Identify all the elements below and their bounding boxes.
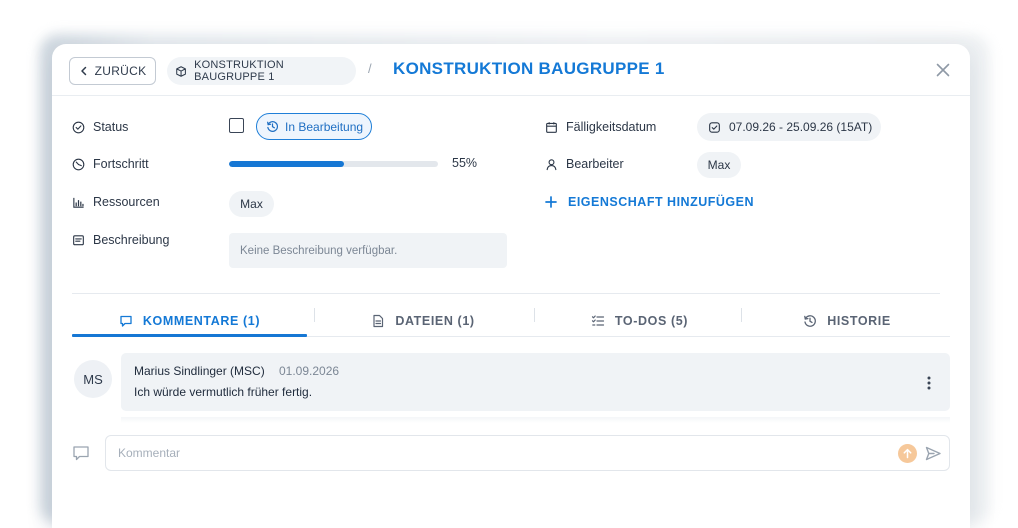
calendar-icon: [546, 121, 557, 133]
comment-separator: [121, 417, 950, 423]
progress-bar-fill: [229, 161, 344, 167]
comment-icon: [120, 315, 132, 327]
due-date-label-text: Fälligkeitsdatum: [566, 120, 657, 134]
tab-history-label: HISTORIE: [827, 314, 891, 328]
resources-label: Ressourcen: [72, 195, 160, 209]
breadcrumb-parent[interactable]: KONSTRUKTION BAUGRUPPE 1: [167, 57, 356, 85]
file-icon: [373, 314, 384, 328]
close-icon[interactable]: [935, 62, 951, 78]
section-divider: [72, 293, 940, 294]
breadcrumb-separator: /: [368, 61, 372, 76]
assignee-chip[interactable]: Max: [697, 152, 741, 178]
arrow-up-icon: [903, 448, 912, 459]
resource-chip[interactable]: Max: [229, 191, 274, 217]
active-tab-indicator: [72, 334, 307, 337]
breadcrumb-parent-label: KONSTRUKTION BAUGRUPPE 1: [194, 59, 284, 83]
task-detail-panel: ZURÜCK KONSTRUKTION BAUGRUPPE 1 / KONSTR…: [52, 44, 970, 528]
status-value: In Bearbeitung: [285, 119, 364, 134]
resources-label-text: Ressourcen: [93, 195, 160, 209]
progress-gauge-icon: [72, 158, 85, 170]
progress-label-text: Fortschritt: [93, 157, 149, 171]
status-label: Status: [72, 120, 128, 134]
status-badge[interactable]: In Bearbeitung: [256, 113, 372, 140]
tab-history[interactable]: HISTORIE: [744, 306, 950, 336]
due-date-chip[interactable]: 07.09.26 - 25.09.26 (15AT): [697, 113, 881, 141]
tab-todos-label: TO-DOS (5): [614, 314, 689, 328]
description-field[interactable]: Keine Beschreibung verfügbar.: [229, 233, 507, 268]
cube-icon: [176, 65, 186, 77]
assignee-label-text: Bearbeiter: [566, 157, 624, 171]
comment-text: Ich würde vermutlich früher fertig.: [134, 385, 313, 399]
upload-button[interactable]: [898, 444, 917, 463]
tab-files[interactable]: DATEIEN (1): [317, 306, 529, 336]
back-button-label: ZURÜCK: [94, 64, 147, 78]
due-date-label: Fälligkeitsdatum: [545, 120, 656, 134]
status-checkbox[interactable]: [229, 118, 244, 133]
page-title: KONSTRUKTION BAUGRUPPE 1: [393, 59, 665, 78]
comment-author: Marius Sindlinger (MSC): [134, 364, 265, 378]
add-property-label: EIGENSCHAFT HINZUFÜGEN: [568, 195, 754, 209]
status-check-icon: [72, 121, 85, 133]
tab-comments[interactable]: KOMMENTARE (1): [72, 306, 307, 336]
back-button[interactable]: ZURÜCK: [69, 57, 156, 85]
chevron-left-icon: [80, 66, 86, 76]
tab-comments-label: KOMMENTARE (1): [142, 314, 261, 328]
progress-label: Fortschritt: [72, 157, 149, 171]
comment-input[interactable]: [105, 435, 950, 471]
history-icon: [267, 121, 279, 132]
panel-bottom-fade: [52, 488, 970, 528]
checklist-icon: [591, 315, 605, 326]
comment-date: 01.09.2026: [279, 364, 340, 378]
plus-icon: [545, 196, 557, 208]
description-icon: [73, 234, 84, 245]
history-icon: [804, 315, 817, 327]
user-icon: [546, 158, 557, 170]
comment-item: Marius Sindlinger (MSC) 01.09.2026 Ich w…: [121, 353, 950, 411]
tab-files-label: DATEIEN (1): [395, 314, 475, 328]
tab-separator: [741, 308, 742, 322]
panel-header: ZURÜCK KONSTRUKTION BAUGRUPPE 1 / KONSTR…: [52, 44, 970, 96]
progress-bar: [229, 161, 438, 167]
due-date-value: 07.09.26 - 25.09.26 (15AT): [729, 120, 873, 134]
description-label: Beschreibung: [72, 233, 169, 247]
bar-chart-icon: [73, 197, 84, 208]
description-label-text: Beschreibung: [93, 233, 170, 247]
add-property-button[interactable]: EIGENSCHAFT HINZUFÜGEN: [545, 195, 754, 209]
tab-separator: [534, 308, 535, 322]
assignee-label: Bearbeiter: [545, 157, 624, 171]
more-vertical-icon[interactable]: [925, 374, 933, 392]
progress-value: 55%: [452, 156, 478, 170]
tab-todos[interactable]: TO-DOS (5): [537, 306, 742, 336]
status-label-text: Status: [93, 120, 129, 134]
tab-separator: [314, 308, 315, 322]
send-icon[interactable]: [925, 446, 941, 461]
avatar: MS: [74, 360, 112, 398]
comment-icon: [73, 446, 89, 461]
calendar-check-icon: [709, 121, 720, 133]
